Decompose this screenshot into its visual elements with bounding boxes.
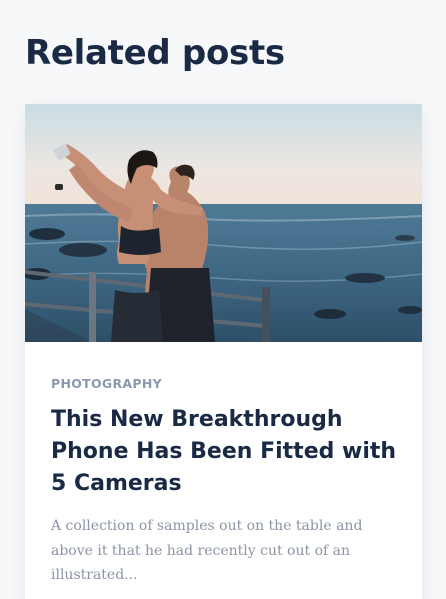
- post-excerpt: A collection of samples out on the table…: [51, 518, 363, 583]
- post-card: PHOTOGRAPHY This New Breakthrough Phone …: [25, 104, 422, 599]
- section-title: Related posts: [25, 33, 285, 73]
- post-category-link[interactable]: PHOTOGRAPHY: [51, 376, 162, 391]
- post-title[interactable]: This New Breakthrough Phone Has Been Fit…: [51, 404, 401, 500]
- post-image[interactable]: [25, 104, 422, 342]
